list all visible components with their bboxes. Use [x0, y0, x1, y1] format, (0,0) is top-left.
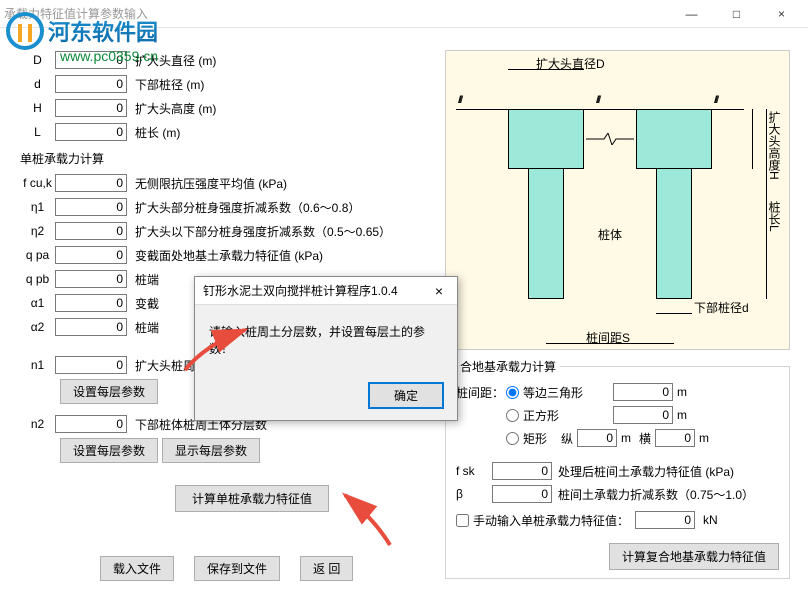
- input-n2[interactable]: [55, 415, 127, 433]
- set-layer-params-n2[interactable]: 设置每层参数: [60, 438, 158, 463]
- desc-H: 扩大头高度 (m): [135, 100, 216, 117]
- desc-qpb: 桩端: [135, 271, 159, 288]
- label-H: H: [20, 101, 55, 115]
- input-a1[interactable]: [55, 294, 127, 312]
- input-rect-v[interactable]: [577, 429, 617, 447]
- input-eta2[interactable]: [55, 222, 127, 240]
- label-eta1: η1: [20, 200, 55, 214]
- input-qpb[interactable]: [55, 270, 127, 288]
- input-beta[interactable]: [492, 485, 552, 503]
- label-L: L: [20, 125, 55, 139]
- input-H[interactable]: [55, 99, 127, 117]
- manual-input-checkbox[interactable]: [456, 514, 469, 527]
- input-L[interactable]: [55, 123, 127, 141]
- set-layer-params-n1[interactable]: 设置每层参数: [60, 379, 158, 404]
- radio-triangle-label: 等边三角形: [523, 384, 613, 401]
- input-d[interactable]: [55, 75, 127, 93]
- pile-diagram: 扩大头直径D //// //// //// 桩体 下部桩径d 桩间距S 扩大头高…: [445, 50, 790, 350]
- input-n1[interactable]: [55, 356, 127, 374]
- label-fsk: f sk: [456, 464, 492, 478]
- logo-icon: [6, 12, 44, 50]
- desc-qpa: 变截面处地基土承载力特征值 (kPa): [135, 247, 323, 264]
- radio-triangle[interactable]: [506, 386, 519, 399]
- dia-H-label: 扩大头高度H: [766, 111, 783, 180]
- label-n2: n2: [20, 417, 55, 431]
- logo-url: www.pc0359.cn: [60, 48, 158, 64]
- message-dialog: 钉形水泥土双向搅拌桩计算程序1.0.4 × 请输入桩周土分层数，并设置每层土的参…: [194, 276, 458, 421]
- input-qpa[interactable]: [55, 246, 127, 264]
- label-a1: α1: [20, 296, 55, 310]
- desc-eta1: 扩大头部分桩身强度折减系数（0.6～0.8）: [135, 199, 360, 216]
- dialog-close-button[interactable]: ×: [429, 283, 449, 299]
- input-a2[interactable]: [55, 318, 127, 336]
- logo: 河东软件园: [6, 12, 158, 50]
- calc-single-pile-button[interactable]: 计算单桩承载力特征值: [175, 485, 329, 512]
- label-a2: α2: [20, 320, 55, 334]
- label-eta2: η2: [20, 224, 55, 238]
- label-fcuk: f cu,k: [20, 176, 55, 190]
- radio-rect-label: 矩形: [523, 430, 561, 447]
- dia-d-label: 下部桩径d: [694, 299, 749, 316]
- desc-L: 桩长 (m): [135, 124, 180, 141]
- minimize-button[interactable]: —: [669, 0, 714, 28]
- back-button[interactable]: 返 回: [300, 556, 353, 581]
- radio-rect[interactable]: [506, 432, 519, 445]
- label-beta: β: [456, 487, 492, 501]
- input-fcuk[interactable]: [55, 174, 127, 192]
- desc-d: 下部桩径 (m): [135, 76, 204, 93]
- label-qpb: q pb: [20, 272, 55, 286]
- close-button[interactable]: ×: [759, 0, 804, 28]
- desc-fcuk: 无侧限抗压强度平均值 (kPa): [135, 175, 287, 192]
- maximize-button[interactable]: □: [714, 0, 759, 28]
- desc-beta: 桩间土承载力折减系数（0.75～1.0）: [558, 486, 754, 503]
- desc-a1: 变截: [135, 295, 159, 312]
- dia-L-label: 桩长L: [766, 201, 783, 232]
- load-file-button[interactable]: 载入文件: [100, 556, 174, 581]
- desc-n1: 扩大头桩周: [135, 357, 195, 374]
- dialog-title: 钉形水泥土双向搅拌桩计算程序1.0.4: [203, 282, 429, 299]
- dialog-ok-button[interactable]: 确定: [369, 383, 443, 408]
- input-tri-spacing[interactable]: [613, 383, 673, 401]
- dialog-message: 请输入桩周土分层数，并设置每层土的参数！: [195, 305, 457, 375]
- radio-square-label: 正方形: [523, 407, 613, 424]
- composite-fieldset: 合地基承载力计算 桩间距： 等边三角形 m 正方形 m 矩形 纵m 横m f s…: [445, 358, 790, 579]
- label-qpa: q pa: [20, 248, 55, 262]
- save-file-button[interactable]: 保存到文件: [194, 556, 280, 581]
- label-n1: n1: [20, 358, 55, 372]
- input-manual-value[interactable]: [635, 511, 695, 529]
- input-fsk[interactable]: [492, 462, 552, 480]
- desc-eta2: 扩大头以下部分桩身强度折减系数（0.5～0.65）: [135, 223, 391, 240]
- label-d: d: [20, 77, 55, 91]
- manual-unit: kN: [703, 513, 718, 527]
- logo-text: 河东软件园: [48, 15, 158, 47]
- spacing-label: 桩间距：: [456, 384, 506, 401]
- calc-composite-button[interactable]: 计算复合地基承载力特征值: [609, 543, 779, 570]
- dia-body-label: 桩体: [598, 226, 622, 243]
- input-eta1[interactable]: [55, 198, 127, 216]
- input-square-spacing[interactable]: [613, 406, 673, 424]
- label-D: D: [20, 53, 55, 67]
- desc-fsk: 处理后桩间土承载力特征值 (kPa): [558, 463, 734, 480]
- composite-legend: 合地基承载力计算: [456, 358, 560, 375]
- single-pile-title: 单桩承载力计算: [20, 150, 420, 167]
- desc-a2: 桩端: [135, 319, 159, 336]
- manual-input-label: 手动输入单桩承载力特征值：: [473, 512, 629, 529]
- show-layer-params-n2[interactable]: 显示每层参数: [162, 438, 260, 463]
- radio-square[interactable]: [506, 409, 519, 422]
- input-rect-h[interactable]: [655, 429, 695, 447]
